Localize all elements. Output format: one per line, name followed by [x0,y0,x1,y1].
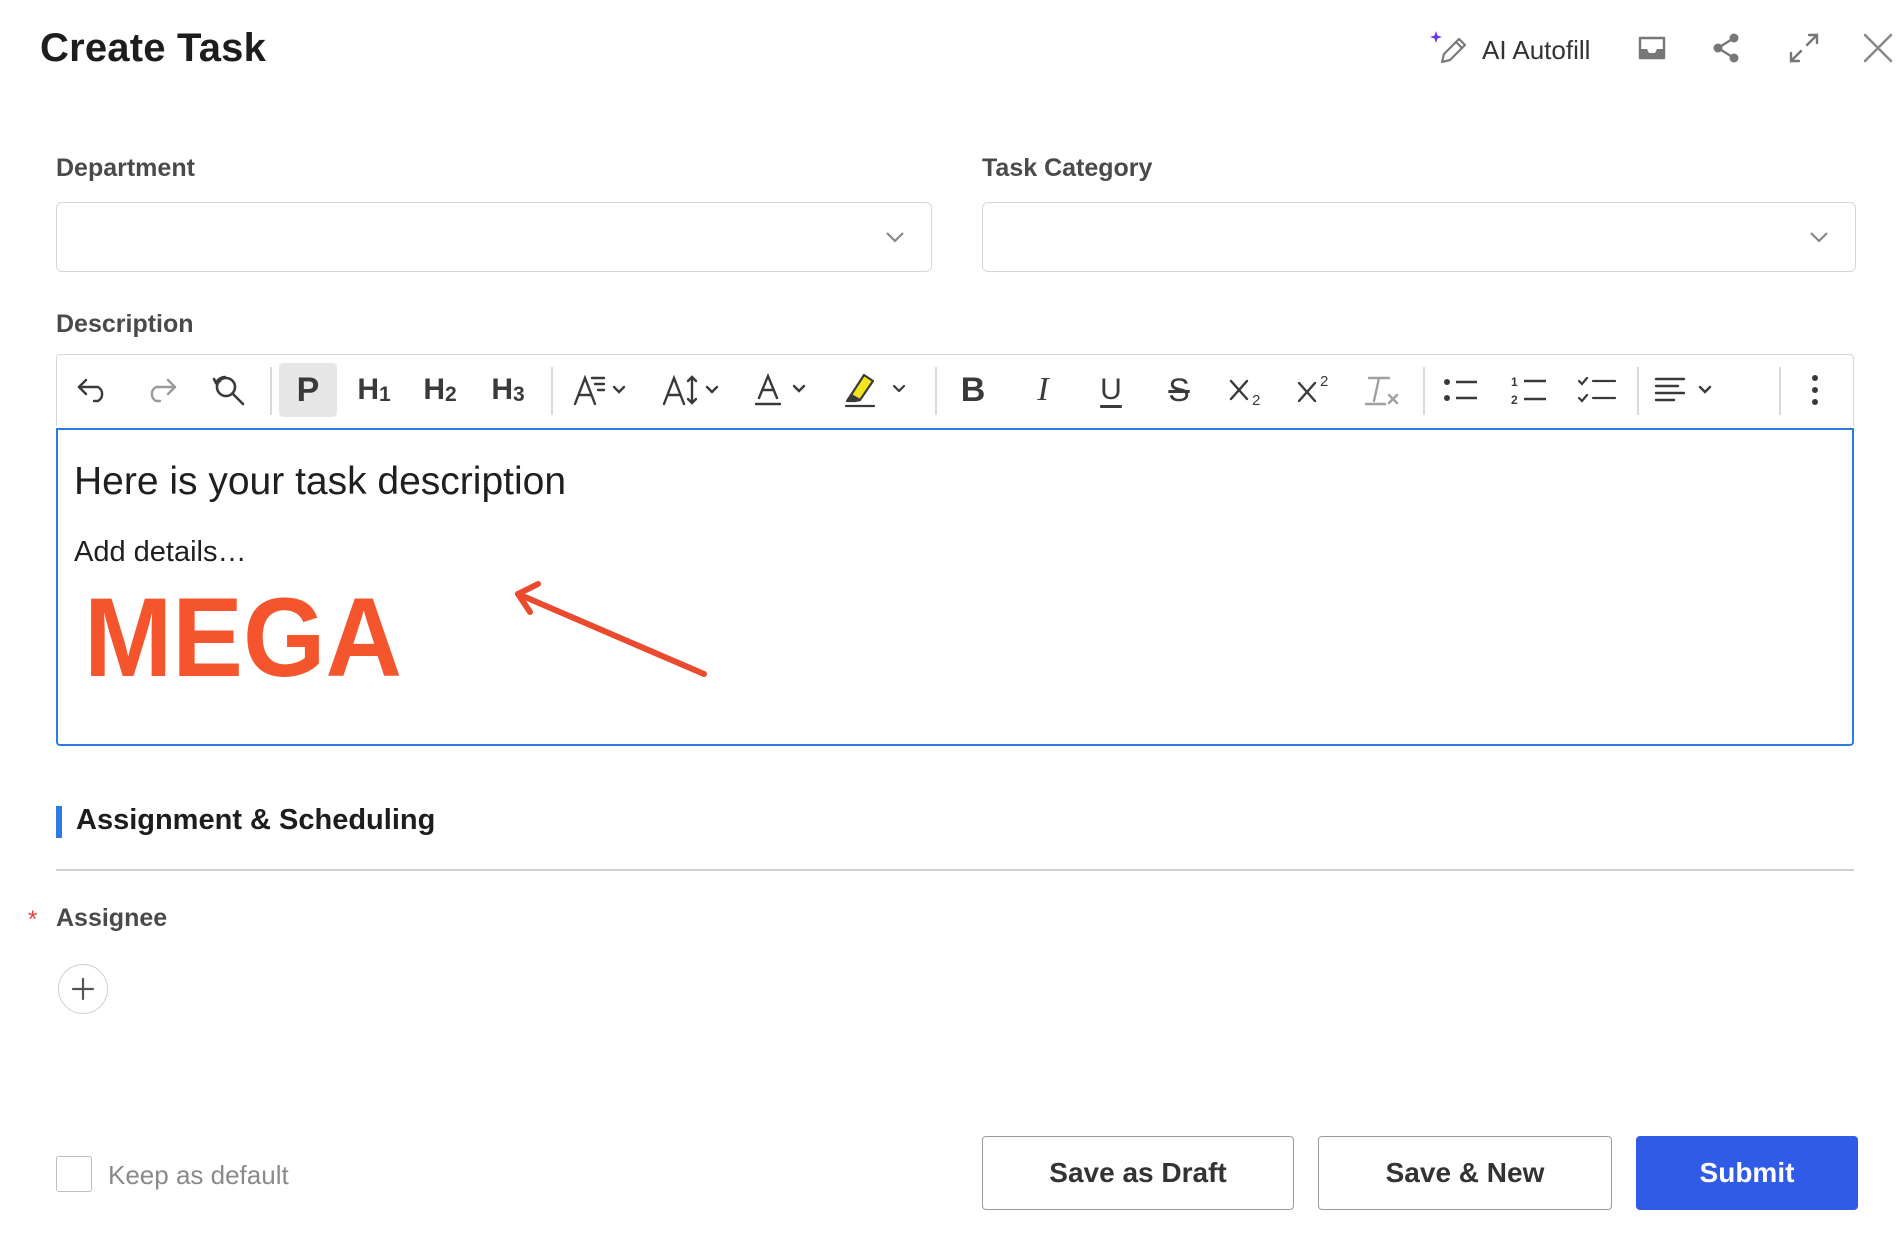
underline-button[interactable]: U [1083,363,1139,417]
clear-format-icon[interactable] [1355,363,1411,417]
svg-text:1: 1 [1511,375,1518,389]
keep-as-default-label: Keep as default [108,1160,289,1190]
section-divider [56,869,1854,871]
font-size-icon [662,374,719,406]
more-options-icon[interactable] [1795,363,1835,417]
editor-heading: Here is your task description [74,460,567,503]
editor-paragraph: Add details… [74,536,247,568]
strikethrough-button[interactable]: S [1151,363,1207,417]
add-assignee-button[interactable] [58,964,108,1014]
svg-text:2: 2 [1252,392,1260,407]
save-as-draft-button[interactable]: Save as Draft [982,1136,1294,1210]
highlighter-icon [844,373,906,408]
font-family-dropdown[interactable] [561,363,639,417]
subscript-icon[interactable]: 2 [1219,363,1275,417]
description-label: Description [56,310,194,338]
text-color-dropdown[interactable] [747,363,819,417]
keep-as-default-checkbox[interactable] [56,1156,92,1192]
plus-icon [71,977,95,1001]
expand-icon[interactable] [1782,22,1826,74]
ai-autofill-label: AI Autofill [1482,34,1591,65]
task-category-select[interactable] [982,202,1856,272]
bullet-list-icon[interactable] [1433,363,1489,417]
chevron-down-icon [886,232,904,243]
sparkle-pencil-icon [1428,28,1468,73]
required-marker: * [28,906,38,933]
svg-text:2: 2 [1320,373,1328,390]
numbered-list-icon[interactable]: 12 [1501,363,1557,417]
align-left-icon [1654,377,1712,402]
editor-toolbar: P H1 H2 H3 B I U S 2 2 1 2 [56,354,1854,426]
align-dropdown[interactable] [1647,363,1723,417]
italic-button[interactable]: I [1015,363,1071,417]
mega-logo-image: MEGA [84,588,402,682]
close-icon[interactable] [1858,22,1896,74]
bold-button[interactable]: B [945,363,1001,417]
assignee-label: Assignee [56,904,168,932]
paragraph-button[interactable]: P [279,363,337,417]
ai-autofill-button[interactable]: AI Autofill [1428,26,1590,74]
text-color-icon [754,372,806,406]
annotation-arrow [515,581,707,677]
highlight-dropdown[interactable] [837,363,919,417]
checklist-icon[interactable] [1569,363,1625,417]
heading-3-button[interactable]: H3 [483,363,533,417]
save-and-new-button[interactable]: Save & New [1318,1136,1612,1210]
heading-1-button[interactable]: H1 [349,363,399,417]
section-accent-bar [56,806,62,838]
submit-button[interactable]: Submit [1636,1136,1858,1210]
page-title: Create Task [40,26,267,70]
section-title: Assignment & Scheduling [76,804,436,836]
heading-2-button[interactable]: H2 [415,363,465,417]
superscript-icon[interactable]: 2 [1287,363,1343,417]
svg-text:MEGA: MEGA [84,588,402,682]
inbox-icon[interactable] [1632,22,1672,74]
find-replace-icon[interactable] [203,363,255,417]
department-select[interactable] [56,202,932,272]
font-size-dropdown[interactable] [653,363,731,417]
share-icon[interactable] [1706,22,1746,74]
undo-icon[interactable] [67,363,119,417]
svg-text:2: 2 [1511,393,1518,406]
department-label: Department [56,154,195,182]
task-category-label: Task Category [982,154,1153,182]
redo-icon[interactable] [135,363,187,417]
font-family-icon [573,374,626,406]
chevron-down-icon [1810,232,1828,243]
